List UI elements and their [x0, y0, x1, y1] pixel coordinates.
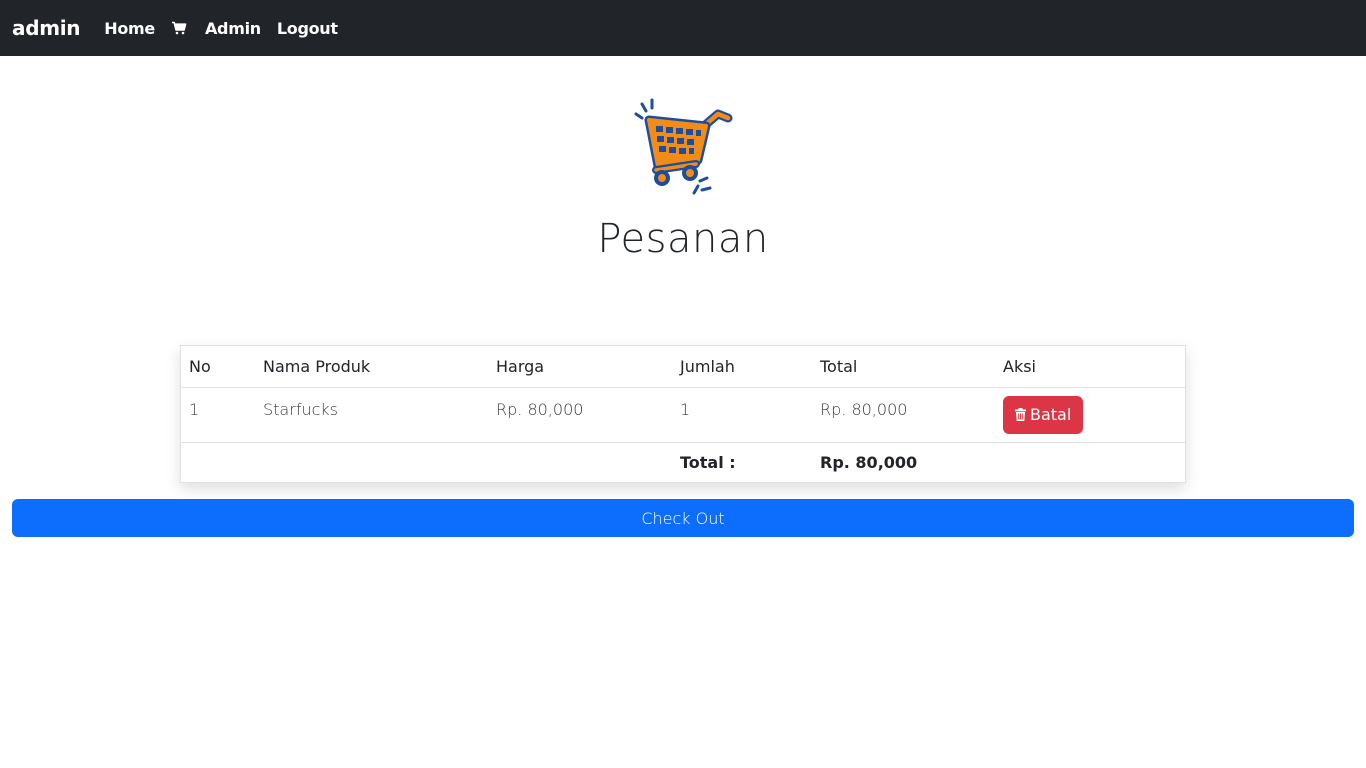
cell-aksi: Batal: [995, 387, 1185, 443]
batal-button[interactable]: Batal: [1003, 395, 1084, 434]
nav-link-admin[interactable]: Admin: [205, 19, 261, 38]
cell-jumlah: 1: [672, 387, 812, 443]
cart-icon[interactable]: [171, 21, 187, 35]
table-header-row: No Nama Produk Harga Jumlah Total Aksi: [181, 346, 1185, 388]
page-title: Pesanan: [597, 216, 769, 262]
trash-icon: [1015, 408, 1026, 421]
header-aksi: Aksi: [995, 346, 1185, 388]
order-table: No Nama Produk Harga Jumlah Total Aksi 1…: [180, 345, 1186, 483]
brand[interactable]: admin: [12, 16, 81, 40]
shopping-cart-illustration: [634, 98, 734, 198]
nav-link-home[interactable]: Home: [104, 19, 155, 38]
total-value: Rp. 80,000: [820, 452, 918, 472]
navbar: admin Home Admin Logout: [0, 0, 1366, 56]
table-total-row: Total : Rp. 80,000: [181, 442, 1185, 482]
header-nama-produk: Nama Produk: [255, 346, 488, 388]
total-label: Total :: [680, 452, 736, 472]
cell-nama-produk: Starfucks: [255, 387, 488, 443]
header-no: No: [181, 346, 255, 388]
batal-label: Batal: [1030, 405, 1072, 424]
header-jumlah: Jumlah: [672, 346, 812, 388]
cell-harga: Rp. 80,000: [488, 387, 672, 443]
header-harga: Harga: [488, 346, 672, 388]
table-row: 1 Starfucks Rp. 80,000 1 Rp. 80,000 Bata…: [181, 387, 1185, 443]
checkout-button[interactable]: Check Out: [12, 499, 1354, 537]
header-total: Total: [812, 346, 995, 388]
nav-link-logout[interactable]: Logout: [277, 19, 338, 38]
cell-no: 1: [181, 387, 255, 443]
cell-total: Rp. 80,000: [812, 387, 995, 443]
